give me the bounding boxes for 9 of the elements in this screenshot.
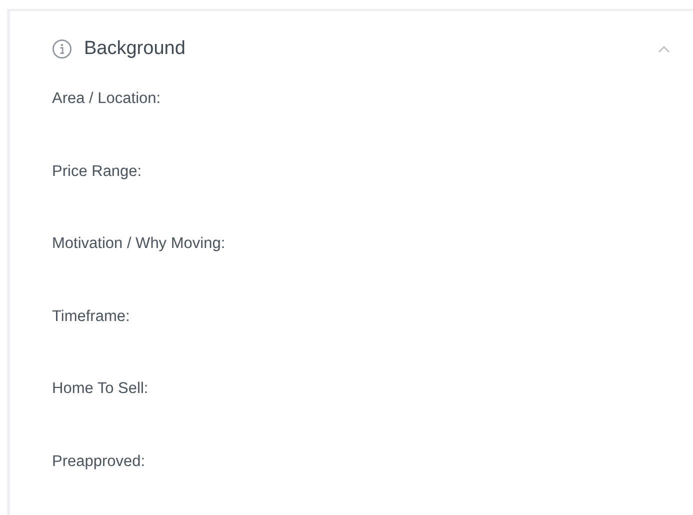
field-label: Preapproved: [52, 452, 146, 470]
field-label: Price Range: [52, 162, 142, 180]
field-label: Home To Sell: [52, 380, 148, 397]
field-label: Area / Location: [52, 90, 161, 107]
chevron-up-icon[interactable] [657, 44, 671, 54]
section-title: Background [84, 36, 186, 61]
field-label: Motivation / Why Moving: [52, 235, 226, 252]
info-icon [52, 39, 72, 59]
field-label: Timeframe: [52, 308, 130, 324]
